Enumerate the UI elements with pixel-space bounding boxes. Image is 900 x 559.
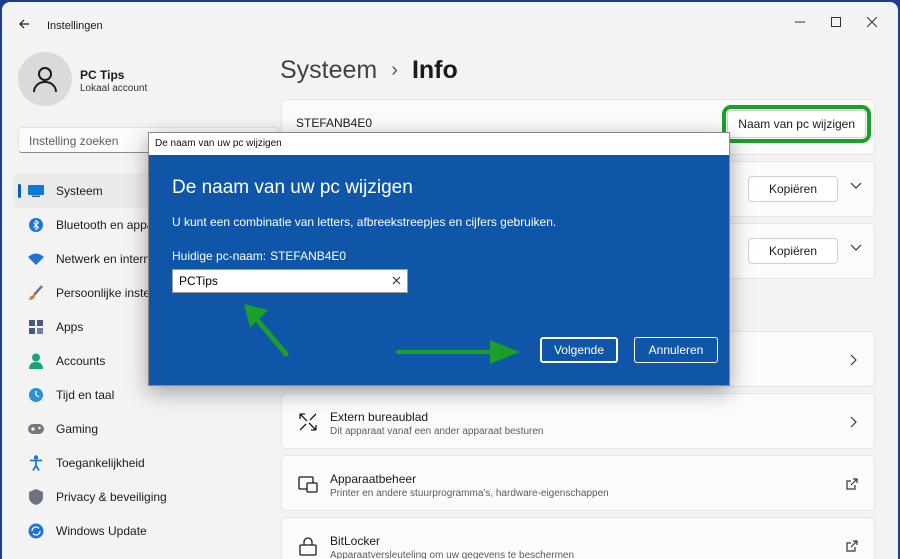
minimize-icon <box>795 21 805 23</box>
sidebar-item-label: Netwerk en intern <box>56 252 151 266</box>
current-name-value: STEFANB4E0 <box>270 249 347 263</box>
clear-icon[interactable] <box>392 276 401 285</box>
chevron-right-icon <box>850 354 857 366</box>
sidebar-item-toegankelijkheid[interactable]: Toegankelijkheid <box>14 446 279 480</box>
app-title: Instellingen <box>47 20 103 32</box>
new-name-field[interactable] <box>172 269 408 293</box>
maximize-button[interactable] <box>818 10 854 34</box>
new-name-input[interactable] <box>179 274 379 288</box>
sidebar-item-windows-update[interactable]: Windows Update <box>14 514 279 548</box>
sidebar-item-label: Systeem <box>56 184 103 198</box>
row-title: BitLocker <box>330 534 381 548</box>
dialog-window-title: De naam van uw pc wijzigen <box>155 138 282 149</box>
page-title: Info <box>411 56 458 84</box>
breadcrumb-parent[interactable]: Systeem <box>280 56 377 85</box>
wifi-icon <box>28 251 44 267</box>
row-title: Apparaatbeheer <box>330 472 417 486</box>
dialog-description: U kunt een combinatie van letters, afbre… <box>172 215 557 229</box>
external-link-icon <box>846 478 858 490</box>
sidebar-item-label: Persoonlijke inste <box>56 286 151 300</box>
remote-desktop-row[interactable]: Extern bureaublad Dit apparaat vanaf een… <box>281 393 875 449</box>
device-manager-row[interactable]: Apparaatbeheer Printer en andere stuurpr… <box>281 455 875 511</box>
row-subtitle: Apparaatversleuteling om uw gegevens te … <box>330 550 575 559</box>
minimize-button[interactable] <box>782 10 818 34</box>
cancel-button[interactable]: Annuleren <box>634 337 718 363</box>
rename-pc-button[interactable]: Naam van pc wijzigen <box>722 105 871 143</box>
sidebar-item-label: Toegankelijkheid <box>56 456 145 470</box>
person-icon <box>28 353 44 369</box>
update-icon <box>28 523 44 539</box>
gamepad-icon <box>28 421 44 437</box>
copy-button[interactable]: Kopiëren <box>748 238 838 264</box>
sidebar-item-label: Apps <box>56 320 84 334</box>
profile-name: PC Tips <box>80 68 125 82</box>
dialog-title-bar[interactable]: De naam van uw pc wijzigen <box>149 133 729 155</box>
close-button[interactable] <box>854 10 890 34</box>
globe-clock-icon <box>28 387 44 403</box>
sidebar-item-label: Bluetooth en appa <box>56 218 154 232</box>
row-title: Extern bureaublad <box>330 410 429 424</box>
breadcrumb: Systeem › Info <box>280 56 458 85</box>
annotation-arrow-right-icon <box>396 340 520 364</box>
sidebar-item-gaming[interactable]: Gaming <box>14 412 279 446</box>
avatar[interactable] <box>18 52 72 106</box>
row-subtitle: Printer en andere stuurprogramma's, hard… <box>330 488 609 499</box>
shield-icon <box>28 489 44 505</box>
device-name: STEFANB4E0 <box>296 116 373 130</box>
bitlocker-icon <box>299 537 317 556</box>
accessibility-icon <box>28 455 44 471</box>
active-indicator <box>18 184 21 198</box>
chevron-down-icon[interactable] <box>850 182 862 190</box>
back-button[interactable] <box>14 14 34 34</box>
user-icon <box>33 67 57 93</box>
sidebar-item-label: Windows Update <box>56 524 147 538</box>
title-bar: Instellingen <box>2 2 898 42</box>
sidebar-item-label: Privacy & beveiliging <box>56 490 167 504</box>
brush-icon <box>28 285 44 301</box>
remote-desktop-icon <box>299 413 317 431</box>
chevron-down-icon[interactable] <box>850 244 862 252</box>
annotation-arrow-up-icon <box>244 304 289 357</box>
maximize-icon <box>831 17 841 27</box>
current-pc-name: Huidige pc-naam: STEFANB4E0 <box>172 249 346 263</box>
bitlocker-row[interactable]: BitLocker Apparaatversleuteling om uw ge… <box>281 517 875 559</box>
bluetooth-icon <box>28 217 44 233</box>
sidebar-item-privacy[interactable]: Privacy & beveiliging <box>14 480 279 514</box>
row-subtitle: Dit apparaat vanaf een ander apparaat be… <box>330 426 544 437</box>
back-arrow-icon <box>19 19 29 29</box>
copy-button[interactable]: Kopiëren <box>748 176 838 202</box>
profile-subtitle: Lokaal account <box>80 83 148 94</box>
chevron-right-icon <box>850 416 857 428</box>
external-link-icon <box>846 540 858 552</box>
sidebar-item-label: Tijd en taal <box>56 388 115 402</box>
breadcrumb-separator: › <box>391 59 398 81</box>
next-button[interactable]: Volgende <box>540 337 618 363</box>
search-placeholder: Instelling zoeken <box>29 134 119 148</box>
close-icon <box>867 17 877 27</box>
monitor-icon <box>28 183 44 199</box>
apps-icon <box>28 319 44 335</box>
device-manager-icon <box>298 476 318 493</box>
sidebar-item-label: Accounts <box>56 354 106 368</box>
sidebar-item-label: Gaming <box>56 422 99 436</box>
dialog-heading: De naam van uw pc wijzigen <box>172 177 413 198</box>
current-name-label: Huidige pc-naam: <box>172 249 267 263</box>
